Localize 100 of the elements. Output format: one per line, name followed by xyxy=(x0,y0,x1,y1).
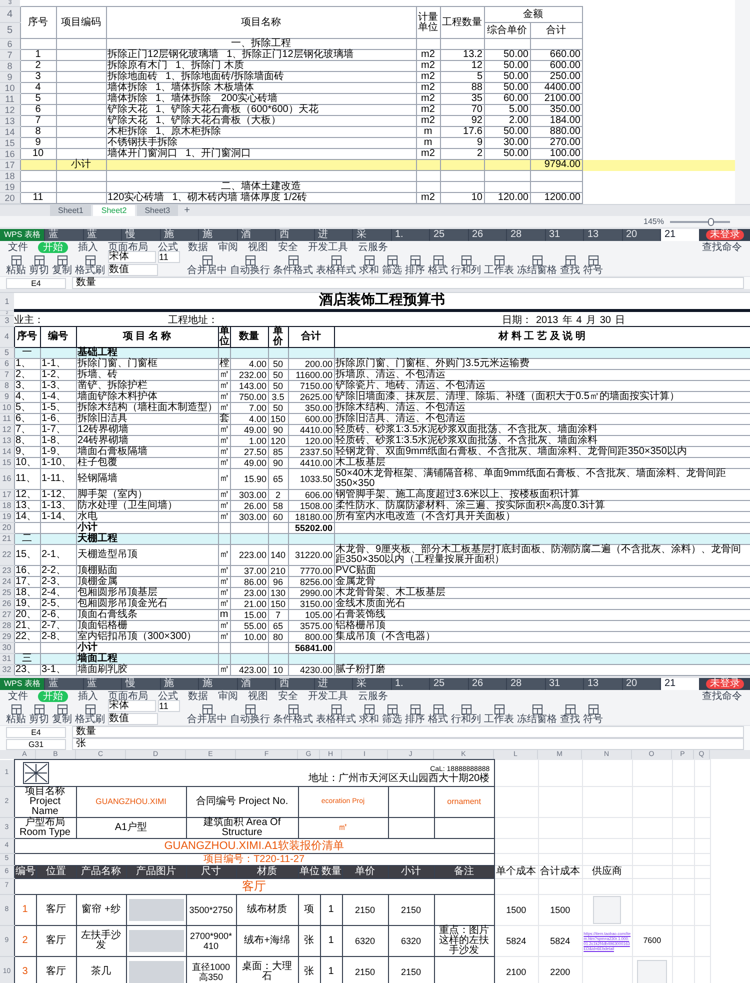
document-tab[interactable]: 蓝 xyxy=(84,678,122,690)
toolbar-button[interactable]: 条件格式 xyxy=(273,704,313,725)
formula-field[interactable]: 张 xyxy=(72,738,744,750)
document-tab[interactable]: 进 xyxy=(314,229,352,241)
document-tab[interactable]: 施 xyxy=(199,229,237,241)
search-field[interactable]: 查找命令 xyxy=(702,690,742,702)
document-tab[interactable]: 施 xyxy=(160,229,198,241)
document-tab[interactable]: 进 xyxy=(314,678,352,690)
font-size-dropdown[interactable]: 11 xyxy=(158,700,180,712)
toolbar-button[interactable]: 剪切 xyxy=(29,255,49,276)
document-tab[interactable]: 21 xyxy=(661,678,699,690)
document-tab[interactable]: 1. xyxy=(392,229,430,241)
menu-tab[interactable]: 审阅 xyxy=(218,242,238,252)
toolbar-button[interactable]: 行和列 xyxy=(451,255,481,276)
menu-tab[interactable]: 云服务 xyxy=(358,690,388,702)
document-tab[interactable]: 慢 xyxy=(122,229,160,241)
document-tab[interactable]: 13 xyxy=(584,229,622,241)
menu-tab[interactable]: 页面布局 xyxy=(108,242,148,252)
toolbar-button[interactable]: 复制 xyxy=(52,255,72,276)
document-tab[interactable]: 酒 xyxy=(238,678,276,690)
toolbar-button[interactable]: 行和列 xyxy=(451,704,481,725)
toolbar-button[interactable]: 粘贴 xyxy=(6,255,26,276)
menu-tab[interactable]: 页面布局 xyxy=(108,690,148,702)
sheet-tab[interactable]: Sheet3 xyxy=(136,205,178,216)
toolbar-button[interactable]: 条件格式 xyxy=(273,255,313,276)
toolbar-button[interactable]: 符号 xyxy=(583,704,603,725)
menu-tab[interactable]: 公式 xyxy=(158,690,178,702)
toolbar-button[interactable]: 求和 xyxy=(359,704,379,725)
menu-tab[interactable]: 插入 xyxy=(78,690,98,702)
document-tab[interactable]: 25 xyxy=(430,678,468,690)
document-tab[interactable]: 采 xyxy=(353,229,391,241)
document-tab[interactable]: 26 xyxy=(468,229,506,241)
toolbar-button[interactable]: 格式刷 xyxy=(75,255,105,276)
document-tab[interactable]: 西 xyxy=(276,229,314,241)
formula-field[interactable]: 数量 xyxy=(72,726,744,738)
document-tab[interactable]: 13 xyxy=(584,678,622,690)
document-tab[interactable]: 西 xyxy=(276,678,314,690)
toolbar-button[interactable]: 查找 xyxy=(560,704,580,725)
add-sheet-button[interactable]: + xyxy=(180,205,194,216)
number-format-dropdown[interactable]: 数值 xyxy=(108,264,158,276)
toolbar-button[interactable]: 求和 xyxy=(359,255,379,276)
name-box[interactable]: E4 xyxy=(6,726,66,738)
app-tab[interactable]: WPS 表格 xyxy=(0,678,44,690)
menu-tab[interactable]: 文件 xyxy=(8,690,28,702)
toolbar-button[interactable]: 剪切 xyxy=(29,704,49,725)
toolbar-button[interactable]: 合并居中 xyxy=(187,704,227,725)
document-tab[interactable]: 20 xyxy=(622,678,660,690)
document-tab[interactable]: 酒 xyxy=(238,229,276,241)
toolbar-button[interactable]: 自动换行 xyxy=(230,704,270,725)
toolbar-button[interactable]: 筛选 xyxy=(382,704,402,725)
document-tab[interactable]: 21 xyxy=(661,229,699,241)
menu-tab[interactable]: 审阅 xyxy=(218,690,238,702)
toolbar-button[interactable]: 查找 xyxy=(560,255,580,276)
name-box[interactable]: E4 xyxy=(6,278,66,288)
menu-tab[interactable]: 文件 xyxy=(8,242,28,252)
menu-tab[interactable]: 数据 xyxy=(188,242,208,252)
document-tab[interactable]: 采 xyxy=(353,678,391,690)
toolbar-button[interactable]: 工作表 xyxy=(484,704,514,725)
menu-tab[interactable]: 插入 xyxy=(78,242,98,252)
menu-tab[interactable]: 数据 xyxy=(188,690,208,702)
menu-tab[interactable]: 公式 xyxy=(158,242,178,252)
menu-tab[interactable]: 视图 xyxy=(248,690,268,702)
toolbar-button[interactable]: 格式刷 xyxy=(75,704,105,725)
formula-field[interactable]: 数量 xyxy=(72,277,744,289)
menu-tab[interactable]: 开发工具 xyxy=(308,690,348,702)
toolbar-button[interactable]: 符号 xyxy=(583,255,603,276)
zoom-slider-thumb[interactable] xyxy=(708,218,714,226)
font-dropdown[interactable]: 宋体 xyxy=(108,700,156,712)
menu-tab[interactable]: 开发工具 xyxy=(308,242,348,252)
document-tab[interactable]: 慢 xyxy=(122,678,160,690)
document-tab[interactable]: 20 xyxy=(622,229,660,241)
document-tab[interactable]: 28 xyxy=(507,678,545,690)
name-box[interactable]: G31 xyxy=(6,738,66,750)
search-field[interactable]: 查找命令 xyxy=(702,242,742,252)
document-tab[interactable]: 蓝 xyxy=(45,229,83,241)
toolbar-button[interactable]: 粘贴 xyxy=(6,704,26,725)
document-tab[interactable]: 25 xyxy=(430,229,468,241)
toolbar-button[interactable]: 筛选 xyxy=(382,255,402,276)
toolbar-button[interactable]: 工作表 xyxy=(484,255,514,276)
app-tab[interactable]: WPS 表格 xyxy=(0,229,44,241)
font-size-dropdown[interactable]: 11 xyxy=(158,251,180,263)
document-tab[interactable]: 28 xyxy=(507,229,545,241)
menu-tab[interactable]: 安全 xyxy=(278,242,298,252)
toolbar-button[interactable]: 自动换行 xyxy=(230,255,270,276)
toolbar-button[interactable]: 排序 xyxy=(405,704,425,725)
menu-tab[interactable]: 视图 xyxy=(248,242,268,252)
document-tab[interactable]: 施 xyxy=(199,678,237,690)
document-tab[interactable]: 31 xyxy=(546,678,584,690)
toolbar-button[interactable]: 格式 xyxy=(428,704,448,725)
document-tab[interactable]: 蓝 xyxy=(45,678,83,690)
document-tab[interactable]: 1. xyxy=(392,678,430,690)
toolbar-button[interactable]: 冻结窗格 xyxy=(517,704,557,725)
toolbar-button[interactable]: 复制 xyxy=(52,704,72,725)
toolbar-button[interactable]: 排序 xyxy=(405,255,425,276)
document-tab[interactable]: 26 xyxy=(468,678,506,690)
document-tab[interactable]: 31 xyxy=(546,229,584,241)
document-tab[interactable]: 施 xyxy=(160,678,198,690)
toolbar-button[interactable]: 冻结窗格 xyxy=(517,255,557,276)
sheet-tab[interactable]: Sheet1 xyxy=(50,205,92,216)
toolbar-button[interactable]: 表格样式 xyxy=(316,704,356,725)
